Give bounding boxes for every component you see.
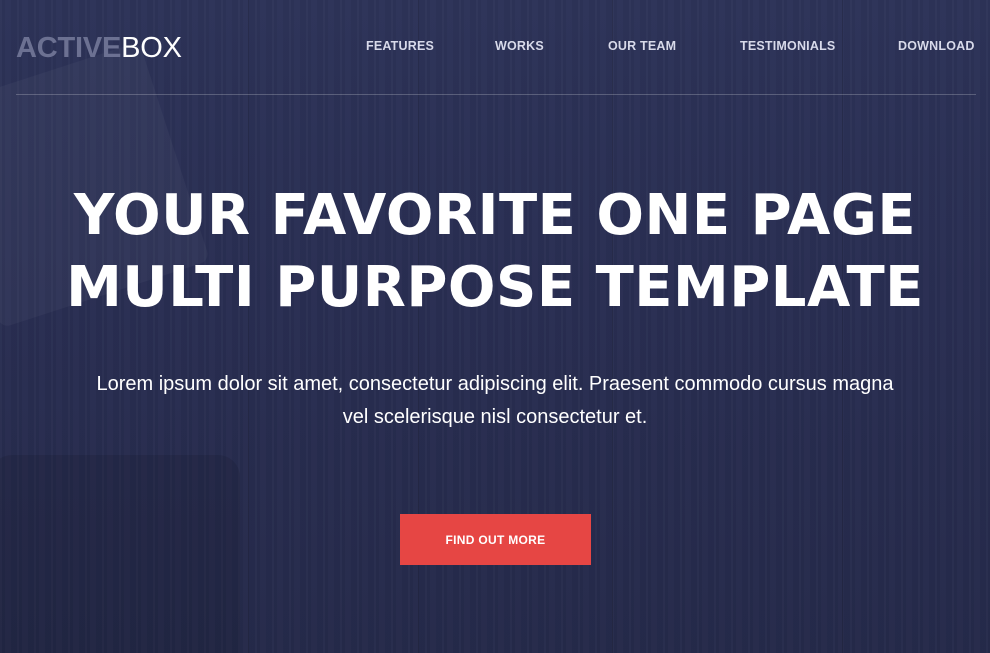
background-plank-line (248, 0, 249, 653)
hero-description: Lorem ipsum dolor sit amet, consectetur … (0, 368, 990, 434)
logo-light-text: BOX (121, 32, 182, 64)
nav-link-features[interactable]: FEATURES (366, 39, 434, 53)
background-shadow-shape (0, 455, 240, 653)
brand-logo[interactable]: ACTIVEBOX (16, 31, 182, 65)
nav-link-works[interactable]: WORKS (495, 39, 544, 53)
hero-description-line-2: vel scelerisque nisl consectetur et. (342, 406, 648, 428)
hero-description-line-1: Lorem ipsum dolor sit amet, consectetur … (96, 373, 894, 395)
hero-title-line-2: MULTI PURPOSE TEMPLATE (66, 255, 924, 320)
background-plank-line (612, 0, 613, 653)
logo-strong-text: ACTIVE (16, 32, 122, 64)
main-navbar: ACTIVEBOX FEATURES WORKS OUR TEAM TESTIM… (16, 0, 976, 95)
hero-title-line-1: YOUR FAVORITE ONE PAGE (73, 183, 917, 248)
hero-title: YOUR FAVORITE ONE PAGE MULTI PURPOSE TEM… (0, 180, 990, 324)
find-out-more-button[interactable]: FIND OUT MORE (400, 514, 591, 565)
nav-link-download[interactable]: DOWNLOAD (898, 39, 975, 53)
nav-link-testimonials[interactable]: TESTIMONIALS (740, 39, 835, 53)
nav-link-our-team[interactable]: OUR TEAM (608, 39, 676, 53)
background-plank-line (842, 0, 843, 653)
